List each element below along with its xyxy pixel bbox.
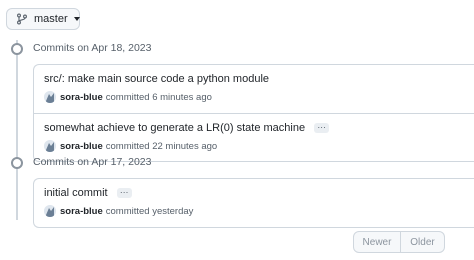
- commit-row: src/: make main source code a python mod…: [34, 65, 474, 113]
- commit-title-text[interactable]: src/: make main source code a python mod…: [44, 73, 269, 85]
- commit-group-title: Commits on Apr 18, 2023: [33, 42, 152, 54]
- avatar[interactable]: [44, 205, 56, 217]
- older-button[interactable]: Older: [401, 231, 445, 253]
- commit-group-title: Commits on Apr 17, 2023: [33, 156, 152, 168]
- commit-title-link[interactable]: somewhat achieve to generate a LR(0) sta…: [44, 121, 330, 134]
- commit-author[interactable]: sora-blue: [60, 92, 103, 103]
- expand-description-button[interactable]: …: [116, 186, 132, 199]
- commit-title-link[interactable]: src/: make main source code a python mod…: [44, 73, 269, 85]
- commit-title-link[interactable]: initial commit …: [44, 186, 132, 199]
- commit-time: committed 6 minutes ago: [105, 91, 212, 103]
- commit-row: initial commit … sora-blue committed yes…: [34, 179, 474, 227]
- pagination: Newer Older: [353, 231, 445, 253]
- newer-button[interactable]: Newer: [353, 231, 401, 253]
- timeline-node: [11, 43, 23, 55]
- avatar[interactable]: [44, 91, 56, 103]
- commit-meta: sora-blue committed 6 minutes ago: [44, 91, 212, 103]
- commit-row: somewhat achieve to generate a LR(0) sta…: [34, 113, 474, 161]
- commit-author[interactable]: sora-blue: [60, 206, 103, 217]
- commit-list: initial commit … sora-blue committed yes…: [33, 178, 474, 228]
- timeline-line: [16, 40, 18, 220]
- commit-meta: sora-blue committed yesterday: [44, 205, 193, 217]
- commit-time: committed 22 minutes ago: [105, 140, 218, 152]
- commit-meta: sora-blue committed 22 minutes ago: [44, 140, 217, 152]
- commit-time: committed yesterday: [105, 205, 194, 217]
- timeline-node: [11, 157, 23, 169]
- chevron-down-icon: [73, 17, 80, 21]
- git-branch-icon: [16, 13, 28, 25]
- commit-author[interactable]: sora-blue: [60, 141, 103, 152]
- commit-list: src/: make main source code a python mod…: [33, 64, 474, 162]
- commit-title-text[interactable]: initial commit: [44, 187, 108, 199]
- expand-description-button[interactable]: …: [314, 121, 330, 134]
- branch-name: master: [34, 13, 68, 25]
- commit-title-text[interactable]: somewhat achieve to generate a LR(0) sta…: [44, 122, 305, 134]
- avatar[interactable]: [44, 140, 56, 152]
- branch-selector-button[interactable]: master: [6, 8, 80, 30]
